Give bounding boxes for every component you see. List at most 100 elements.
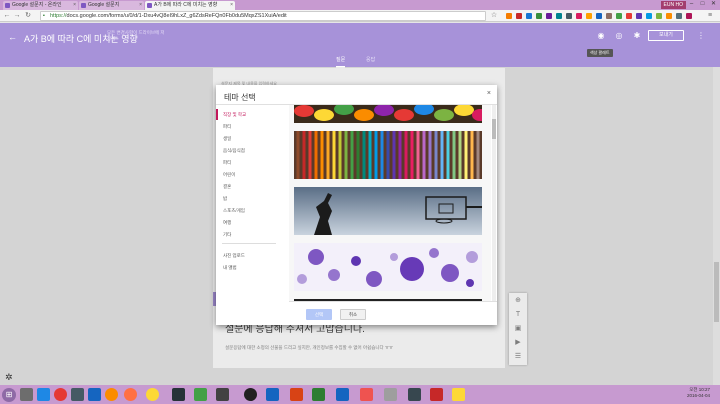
user-profile-chip[interactable]: EUN HO	[660, 1, 686, 9]
theme-thumbnail-candy[interactable]	[294, 105, 482, 123]
cancel-button[interactable]: 취소	[340, 309, 366, 320]
excel-icon[interactable]	[312, 388, 325, 401]
extension-icon[interactable]	[626, 13, 632, 19]
maximize-button[interactable]: □	[697, 0, 708, 9]
extension-icon[interactable]	[576, 13, 582, 19]
preview-eye-icon[interactable]: ◎	[614, 31, 624, 40]
app-icon[interactable]	[360, 388, 373, 401]
extension-icon[interactable]	[536, 13, 542, 19]
settings-gear-icon[interactable]: ✱	[632, 31, 642, 40]
category-item[interactable]: 여행	[223, 220, 231, 226]
media-player-icon[interactable]	[244, 388, 257, 401]
extension-icon[interactable]	[616, 13, 622, 19]
system-clock[interactable]: 오전 10:27 2016-04-04	[687, 387, 710, 399]
forms-favicon-icon	[147, 3, 152, 8]
back-arrow-icon[interactable]: ←	[3, 12, 11, 20]
powerpoint-icon[interactable]	[290, 388, 303, 401]
upload-photo-option[interactable]: 사진 업로드	[223, 253, 245, 259]
page-scrollbar[interactable]	[713, 67, 720, 385]
category-item[interactable]: 생일	[223, 136, 231, 142]
extension-icon[interactable]	[596, 13, 602, 19]
theme-thumbnail-threads[interactable]	[294, 131, 482, 179]
extension-icon[interactable]	[506, 13, 512, 19]
extension-icon[interactable]	[646, 13, 652, 19]
extension-icon[interactable]	[666, 13, 672, 19]
basketball-image	[294, 187, 482, 235]
address-bar[interactable]: ▪ https://docs.google.com/forms/u/0/d/1-D…	[40, 11, 486, 21]
back-arrow-icon[interactable]: ←	[8, 32, 17, 42]
app-icon[interactable]	[408, 388, 421, 401]
gallery-scroll-thumb[interactable]	[492, 119, 496, 139]
url-scheme: https://	[50, 13, 67, 19]
extension-icon[interactable]	[566, 13, 572, 19]
app-icon[interactable]	[105, 388, 118, 401]
start-button[interactable]: ⊞	[2, 388, 16, 402]
close-icon[interactable]: ×	[487, 90, 491, 97]
app-icon[interactable]	[71, 388, 84, 401]
app-icon[interactable]	[88, 388, 101, 401]
extension-icon[interactable]	[556, 13, 562, 19]
url-text: docs.google.com/forms/u/0/d/1-Dxu4vQ8eI9…	[66, 13, 287, 19]
extension-icon[interactable]	[676, 13, 682, 19]
app-icon[interactable]	[146, 388, 159, 401]
close-tab-icon[interactable]: ×	[230, 1, 233, 10]
browser-tab-label: A가 B에 따라 C에 미치는 영향	[154, 2, 218, 8]
close-window-button[interactable]: ✕	[708, 0, 719, 9]
browser-tab-2[interactable]: Google 설문지 ×	[79, 1, 144, 10]
browser-tab-strip: Google 설문지 - 온라인 × Google 설문지 × A가 B에 따라…	[0, 0, 720, 10]
minimize-button[interactable]: –	[686, 0, 697, 9]
theme-thumbnail-bubbles[interactable]	[294, 243, 482, 291]
more-vert-icon[interactable]: ⋮	[696, 31, 706, 40]
category-work-school[interactable]: 직장 및 학교	[223, 112, 246, 118]
send-button[interactable]: 보내기	[648, 30, 684, 41]
theme-thumbnail-basketball[interactable]	[294, 187, 482, 235]
app-icon[interactable]	[194, 388, 207, 401]
file-explorer-icon[interactable]	[20, 388, 33, 401]
category-item[interactable]: 결혼	[223, 184, 231, 190]
menu-icon[interactable]: ≡	[706, 12, 714, 20]
tab-responses[interactable]: 응답	[366, 56, 375, 63]
extension-icon[interactable]	[686, 13, 692, 19]
cursor-icon: ✲	[5, 372, 13, 382]
category-item[interactable]: 어린이	[223, 172, 235, 178]
extension-icon[interactable]	[656, 13, 662, 19]
chrome-icon[interactable]	[54, 388, 67, 401]
page-scroll-thumb[interactable]	[714, 262, 719, 322]
close-tab-icon[interactable]: ×	[139, 1, 142, 10]
extension-icon[interactable]	[546, 13, 552, 19]
category-item[interactable]: 파티	[223, 124, 231, 130]
extension-icon[interactable]	[586, 13, 592, 19]
my-album-option[interactable]: 내 앨범	[223, 265, 237, 271]
reload-icon[interactable]: ↻	[24, 12, 32, 20]
extension-icon[interactable]	[606, 13, 612, 19]
extension-icon[interactable]	[526, 13, 532, 19]
word-icon[interactable]	[336, 388, 349, 401]
select-button[interactable]: 선택	[306, 309, 332, 320]
form-tabs: 질문 응답	[330, 53, 390, 68]
extension-icon[interactable]	[636, 13, 642, 19]
category-item[interactable]: 기타	[223, 232, 231, 238]
palette-icon[interactable]: ◉	[596, 31, 606, 40]
category-item[interactable]: 밤	[223, 196, 227, 202]
app-icon[interactable]	[384, 388, 397, 401]
outlook-icon[interactable]	[266, 388, 279, 401]
star-bookmark-icon[interactable]: ☆	[490, 12, 498, 20]
monitor-icon[interactable]	[172, 388, 185, 401]
dialog-title: 테마 선택	[224, 93, 256, 102]
bubbles-image	[294, 243, 482, 291]
close-tab-icon[interactable]: ×	[73, 1, 76, 10]
category-item[interactable]: 음식/음식점	[223, 148, 245, 154]
forward-arrow-icon[interactable]: →	[13, 12, 21, 20]
app-icon[interactable]	[124, 388, 137, 401]
app-icon[interactable]	[430, 388, 443, 401]
browser-tab-active[interactable]: A가 B에 따라 C에 미치는 영향 ×	[145, 1, 235, 10]
browser-tab-label: Google 설문지 - 온라인	[12, 2, 62, 8]
kakaotalk-icon[interactable]	[452, 388, 465, 401]
category-item[interactable]: 파티	[223, 160, 231, 166]
category-item[interactable]: 스포츠/게임	[223, 208, 245, 214]
google-drive-icon[interactable]	[37, 388, 50, 401]
extension-icon[interactable]	[516, 13, 522, 19]
browser-tab-1[interactable]: Google 설문지 - 온라인 ×	[3, 1, 78, 10]
clock-date: 2016-04-04	[686, 393, 710, 398]
app-icon[interactable]	[216, 388, 229, 401]
